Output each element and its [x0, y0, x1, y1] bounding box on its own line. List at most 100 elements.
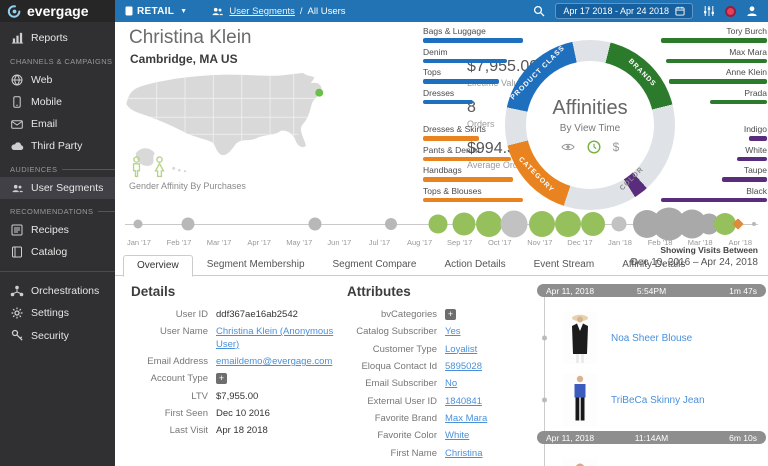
table-row: Email Addressemaildemo@evergage.com — [121, 356, 335, 368]
mobile-icon — [10, 96, 24, 108]
notification-dot[interactable] — [725, 6, 736, 17]
evergage-logo-icon — [7, 4, 22, 19]
row-value-link[interactable]: 1840841 — [445, 396, 482, 408]
affinity-bar — [669, 79, 767, 84]
logo-text: evergage — [27, 3, 88, 19]
affinity-bar-item: Tops — [423, 67, 523, 84]
row-value-link[interactable]: White — [445, 430, 469, 442]
tab-action-details[interactable]: Action Details — [430, 254, 519, 276]
sidebar-item-user-segments[interactable]: User Segments — [0, 177, 115, 199]
timeline-visit-dot[interactable] — [182, 218, 195, 231]
tab-affinity-details[interactable]: Affinity Details — [608, 254, 699, 276]
row-value-link[interactable]: Loyalist — [445, 344, 477, 356]
feed-time: 5:54PM — [637, 286, 666, 296]
timeline-visit-dot[interactable] — [385, 218, 397, 230]
evergage-logo[interactable]: evergage — [0, 0, 115, 22]
product-image[interactable] — [563, 312, 597, 364]
affinity-bar-label: Denim — [423, 47, 523, 57]
affinity-bar — [423, 79, 499, 84]
tab-overview[interactable]: Overview — [123, 255, 193, 277]
timeline-month-label: Aug '17 — [407, 238, 432, 247]
row-label: Favorite Color — [335, 430, 445, 442]
view-by-revenue-dollar-icon[interactable]: $ — [613, 140, 620, 154]
tab-segment-compare[interactable]: Segment Compare — [319, 254, 431, 276]
add-value-button[interactable]: + — [216, 373, 227, 384]
product-link[interactable]: TriBeCa Skinny Jean — [611, 395, 705, 406]
visit-timeline: Jan '17Feb '17Mar '17Apr '17May '17Jun '… — [115, 198, 768, 252]
product-image[interactable] — [563, 374, 597, 426]
timeline-visit-dot[interactable] — [452, 213, 475, 236]
row-value-link[interactable]: Max Mara — [445, 413, 487, 425]
timeline-visit-dot[interactable] — [581, 212, 605, 236]
timeline-month-label: Nov '17 — [527, 238, 552, 247]
search-icon[interactable] — [533, 5, 545, 17]
feed-session-header[interactable]: Apr 11, 20185:54PM1m 47s — [537, 284, 766, 297]
globe-icon — [10, 74, 24, 86]
date-range-picker[interactable]: Apr 17 2018 - Apr 24 2018 — [555, 3, 693, 19]
timeline-month-label: Oct '17 — [488, 238, 512, 247]
affinity-bars-brands: Tory BurchMax MaraAnne KleinPrada — [661, 26, 767, 108]
timeline-visit-dot[interactable] — [476, 211, 502, 237]
orchestrations-icon — [10, 285, 24, 297]
timeline-visit-dot[interactable] — [529, 211, 555, 237]
affinity-bar-label: Max Mara — [661, 47, 767, 57]
view-by-views-eye-icon[interactable] — [561, 142, 575, 152]
row-label: LTV — [121, 391, 216, 403]
timeline-visit-dot[interactable] — [429, 215, 448, 234]
affinity-bar-item: Bags & Luggage — [423, 26, 523, 43]
app-selector-label: RETAIL — [137, 6, 174, 17]
row-label: User Name — [121, 326, 216, 351]
sidebar-item-email[interactable]: Email — [0, 113, 115, 135]
table-row: External User ID1840841 — [335, 396, 537, 408]
timeline-visit-dot[interactable] — [501, 211, 528, 238]
product-image[interactable] — [563, 459, 597, 466]
timeline-month-label: Mar '17 — [207, 238, 232, 247]
affinity-bar-label: Anne Klein — [661, 67, 767, 77]
timeline-visit-dot[interactable] — [752, 222, 756, 226]
filter-sliders-icon[interactable] — [703, 5, 715, 17]
sidebar-item-orchestrations[interactable]: Orchestrations — [0, 280, 115, 302]
timeline-visit-dot[interactable] — [611, 217, 626, 232]
sidebar-item-label: Email — [31, 118, 57, 130]
donut-center: Affinities By View Time $ — [526, 61, 654, 189]
sidebar-item-web[interactable]: Web — [0, 69, 115, 91]
breadcrumb-link[interactable]: User Segments — [229, 6, 294, 17]
row-label: Eloqua Contact Id — [335, 361, 445, 373]
row-value-link[interactable]: No — [445, 378, 457, 390]
user-segments-icon — [211, 7, 224, 16]
affinity-bar — [666, 59, 767, 64]
breadcrumb-separator: / — [300, 6, 303, 17]
sidebar-item-recipes[interactable]: Recipes — [0, 219, 115, 241]
user-profile-icon[interactable] — [746, 5, 758, 17]
row-value-link[interactable]: Yes — [445, 326, 461, 338]
key-icon — [10, 329, 24, 342]
row-value-link[interactable]: Christina Klein (Anonymous User) — [216, 326, 335, 351]
tab-segment-membership[interactable]: Segment Membership — [193, 254, 319, 276]
feed-session-header[interactable]: Apr 11, 201811:14AM6m 10s — [537, 431, 766, 444]
row-value-link[interactable]: 5895028 — [445, 361, 482, 373]
feed-date: Apr 11, 2018 — [546, 286, 594, 296]
sidebar-item-mobile[interactable]: Mobile — [0, 91, 115, 113]
timeline-visit-dot[interactable] — [133, 220, 142, 229]
tab-event-stream[interactable]: Event Stream — [520, 254, 609, 276]
product-link[interactable]: Noa Sheer Blouse — [611, 333, 692, 344]
timeline-visit-dot[interactable] — [308, 218, 321, 231]
row-value-link[interactable]: emaildemo@evergage.com — [216, 356, 332, 368]
sidebar-item-security[interactable]: Security — [0, 324, 115, 347]
affinity-bar-label: Tops & Blouses — [423, 186, 523, 196]
sidebar-item-third-party[interactable]: Third Party — [0, 135, 115, 157]
sidebar-item-settings[interactable]: Settings — [0, 302, 115, 324]
row-value-link[interactable]: Christina — [445, 448, 483, 460]
main-content: Christina Klein Cambridge, MA US $7,955.… — [115, 22, 768, 466]
view-by-time-clock-icon[interactable] — [587, 140, 601, 154]
timeline-month-label: Jun '17 — [327, 238, 351, 247]
catalog-icon — [10, 246, 24, 258]
row-label: First Name — [335, 448, 445, 460]
timeline-month-label: Dec '17 — [567, 238, 592, 247]
sidebar-item-catalog[interactable]: Catalog — [0, 241, 115, 263]
add-value-button[interactable]: + — [445, 309, 456, 320]
sidebar-item-reports[interactable]: Reports — [0, 26, 115, 49]
row-label: Last Visit — [121, 425, 216, 437]
app-selector[interactable]: RETAIL ▼ — [125, 6, 187, 17]
timeline-visit-dot[interactable] — [555, 211, 581, 237]
